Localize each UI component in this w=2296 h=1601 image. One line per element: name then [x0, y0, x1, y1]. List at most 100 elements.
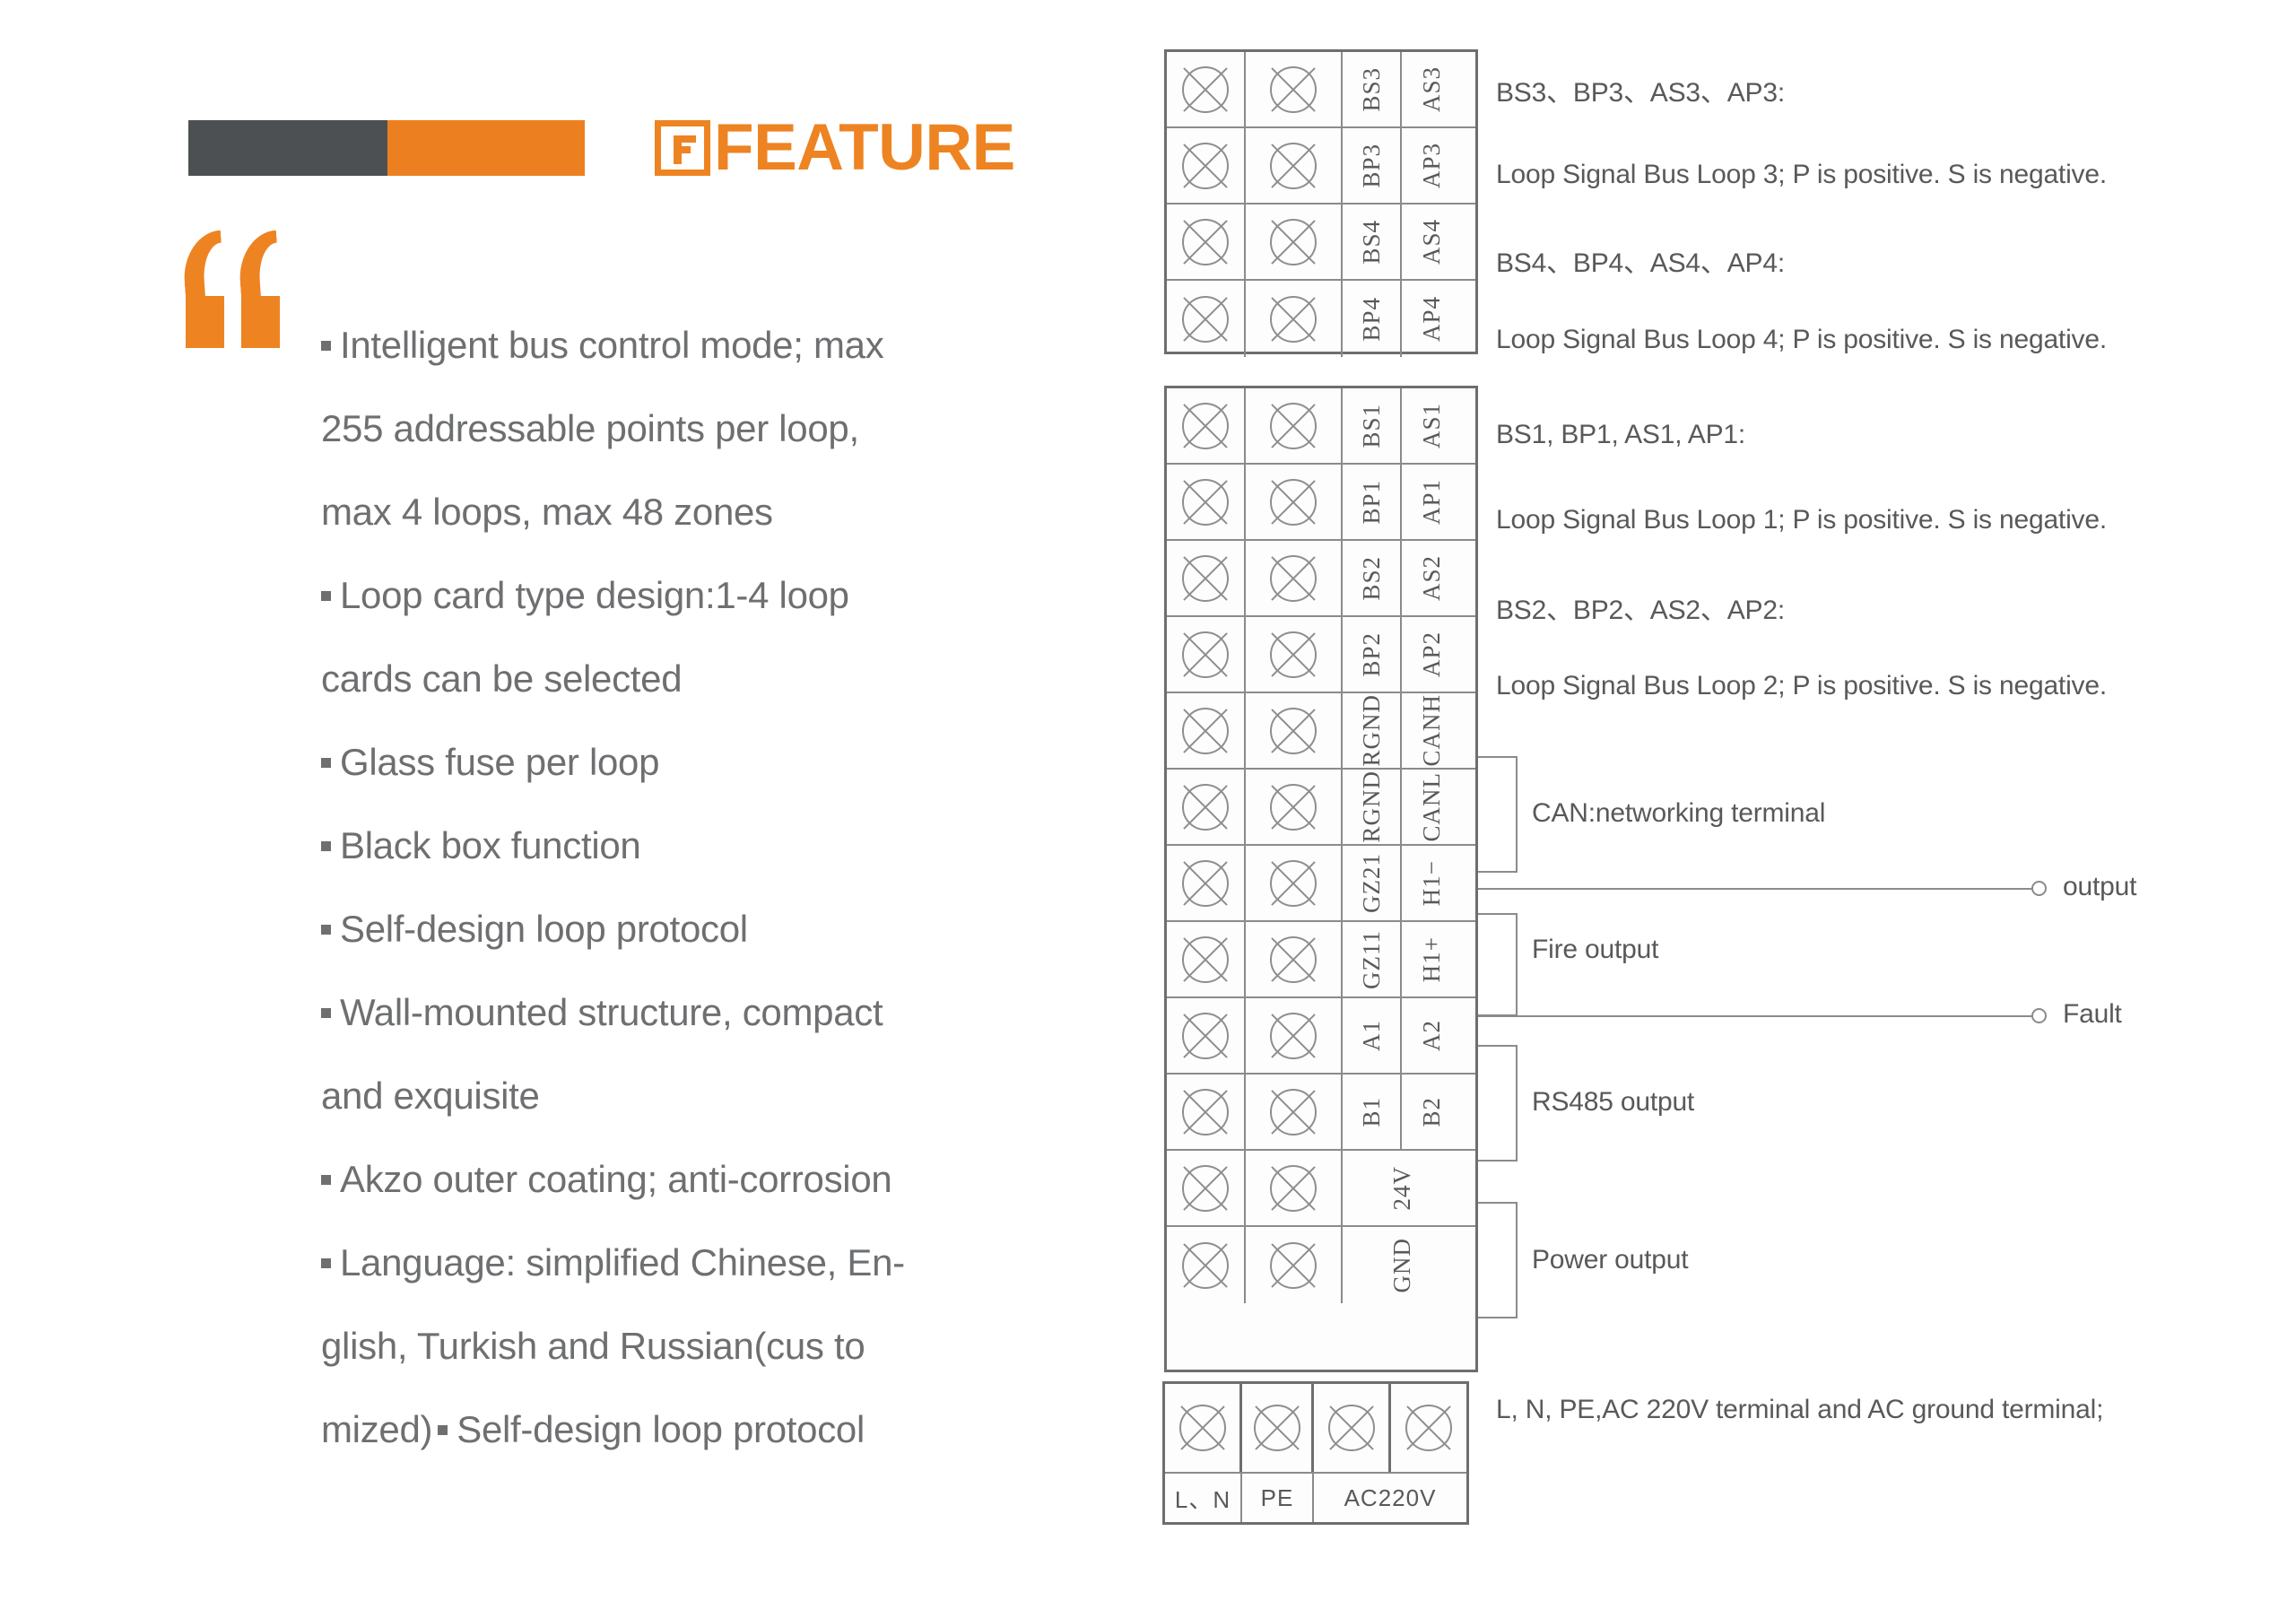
can-bracket: [1478, 756, 1518, 873]
feature-line-text: Wall-mounted structure, compact: [340, 991, 883, 1033]
feature-line-text: max 4 loops, max 48 zones: [321, 491, 773, 533]
screw-terminal-cell: [1246, 1151, 1343, 1225]
screw-terminal-cell: [1246, 281, 1343, 357]
terminal-label: AP2: [1417, 631, 1445, 677]
terminal-block-power: L、N PE AC220V: [1162, 1381, 1469, 1525]
header-bar-dark: [188, 119, 387, 176]
power-output-bracket: [1478, 1202, 1518, 1318]
screw-terminal-cell: [1167, 1151, 1246, 1225]
screw-icon: [1182, 707, 1229, 754]
terminal-label: A1: [1357, 1020, 1385, 1051]
description-rs485: RS485 output: [1532, 1087, 1695, 1117]
terminal-row: A1 A2: [1167, 998, 1475, 1075]
terminal-label: AP4: [1417, 295, 1445, 342]
terminal-label-cell: CANL: [1402, 770, 1461, 844]
terminal-label-row: L、N PE AC220V: [1165, 1474, 1466, 1522]
feature-line-text: Self-design loop protocol: [340, 908, 748, 950]
screw-icon: [1182, 1088, 1229, 1135]
screw-icon: [1182, 142, 1229, 189]
terminal-label: AP1: [1417, 478, 1445, 525]
fault-terminal-dot-icon: [2031, 1008, 2047, 1023]
fault-lead-line: [1478, 1015, 2034, 1017]
screw-terminal-cell: [1167, 922, 1246, 996]
terminal-label: CANL: [1417, 771, 1445, 842]
screw-terminal-cell: [1246, 52, 1343, 126]
screw-icon: [1253, 1405, 1300, 1451]
screw-terminal-cell: [1246, 1227, 1343, 1303]
screw-icon: [1270, 218, 1317, 265]
header-bar-orange: [387, 119, 585, 176]
terminal-label: BP4: [1357, 296, 1385, 342]
screw-terminal-cell: [1246, 770, 1343, 844]
description-can: CAN:networking terminal: [1532, 798, 1826, 828]
terminal-label-cell: B1: [1343, 1075, 1402, 1149]
screw-icon: [1270, 935, 1317, 983]
feature-line-text: Intelligent bus control mode; max: [340, 324, 884, 366]
terminal-row: BS3 AS3: [1167, 52, 1475, 128]
terminal-label-cell: BS4: [1343, 204, 1402, 279]
feature-line-text: Akzo outer coating; anti-corrosion: [340, 1158, 892, 1200]
terminal-label-cell: BS1: [1343, 388, 1402, 463]
terminal-label-cell: GZ21: [1343, 846, 1402, 920]
terminal-row: GZ21 H1−: [1167, 846, 1475, 922]
terminal-label-cell: BP2: [1343, 617, 1402, 692]
feature-line: Language: simplified Chinese, En-: [321, 1221, 1146, 1304]
screw-terminal-cell: [1167, 1075, 1246, 1149]
terminal-label-cell: H1+: [1402, 922, 1461, 996]
terminal-label: AS1: [1417, 402, 1445, 448]
terminal-label: PE: [1260, 1484, 1294, 1511]
description-loop2: Loop Signal Bus Loop 2; P is positive. S…: [1496, 671, 2107, 700]
screw-icon: [1270, 142, 1317, 189]
feature-line: max 4 loops, max 48 zones: [321, 470, 1146, 553]
f-logo-icon: [655, 119, 710, 176]
screw-icon: [1182, 631, 1229, 678]
screw-icon: [1182, 478, 1229, 526]
terminal-row: BS1 AS1: [1167, 388, 1475, 465]
screw-terminal-cell: [1167, 128, 1246, 203]
screw-icon: [1327, 1405, 1375, 1451]
feature-line: cards can be selected: [321, 637, 1146, 720]
description-fire-output: Fire output: [1532, 935, 1659, 964]
terminal-label-cell: L、N: [1165, 1474, 1242, 1522]
terminal-row: GND: [1167, 1227, 1475, 1303]
screw-terminal-cell: [1167, 693, 1246, 768]
terminal-label-cell: AP1: [1402, 465, 1461, 539]
feature-line-text: Black box function: [340, 824, 641, 866]
terminal-label: GZ11: [1357, 929, 1385, 989]
feature-line: Black box function: [321, 804, 1146, 887]
terminal-label: AP3: [1417, 142, 1445, 188]
feature-line: Self-design loop protocol: [321, 887, 1146, 970]
screw-terminal-cell: [1246, 204, 1343, 279]
terminal-label-cell: BS3: [1343, 52, 1402, 126]
bullet-square-icon: [321, 591, 331, 601]
terminal-row: RGND CANH: [1167, 693, 1475, 770]
terminal-label: AS3: [1417, 65, 1445, 112]
terminal-label-cell: AC220V: [1314, 1474, 1466, 1522]
terminal-row: BP1 AP1: [1167, 465, 1475, 541]
page-title: FEATURE: [714, 111, 1015, 184]
terminal-label-cell: RGND: [1343, 770, 1402, 844]
fire-output-lead-line: [1478, 888, 2034, 890]
terminal-label-cell: GZ11: [1343, 922, 1402, 996]
feature-line: Akzo outer coating; anti-corrosion: [321, 1137, 1146, 1221]
feature-line-text: Loop card type design:1-4 loop: [340, 574, 849, 616]
terminal-label-cell: CANH: [1402, 693, 1461, 768]
terminal-label-cell: AP3: [1402, 128, 1461, 203]
description-loop1-terminals: BS1, BP1, AS1, AP1:: [1496, 420, 1746, 449]
terminal-label: RGND: [1357, 770, 1385, 843]
screw-terminal-cell: [1167, 770, 1246, 844]
screw-terminal-cell: [1167, 846, 1246, 920]
screw-icon: [1270, 859, 1317, 907]
feature-header: FEATURE: [188, 115, 1015, 180]
description-loop4: Loop Signal Bus Loop 4; P is positive. S…: [1496, 325, 2107, 354]
screw-icon: [1182, 1241, 1229, 1289]
screw-icon: [1270, 554, 1317, 602]
feature-line-text: mized): [321, 1408, 433, 1450]
screw-terminal-cell: [1167, 998, 1246, 1073]
screw-icon: [1270, 295, 1317, 343]
terminal-label-cell: AS3: [1402, 52, 1461, 126]
screw-terminal-cell: [1165, 1384, 1242, 1472]
terminal-label-cell: A1: [1343, 998, 1402, 1073]
terminal-label: BS4: [1357, 219, 1385, 265]
screw-icon: [1270, 1241, 1317, 1289]
